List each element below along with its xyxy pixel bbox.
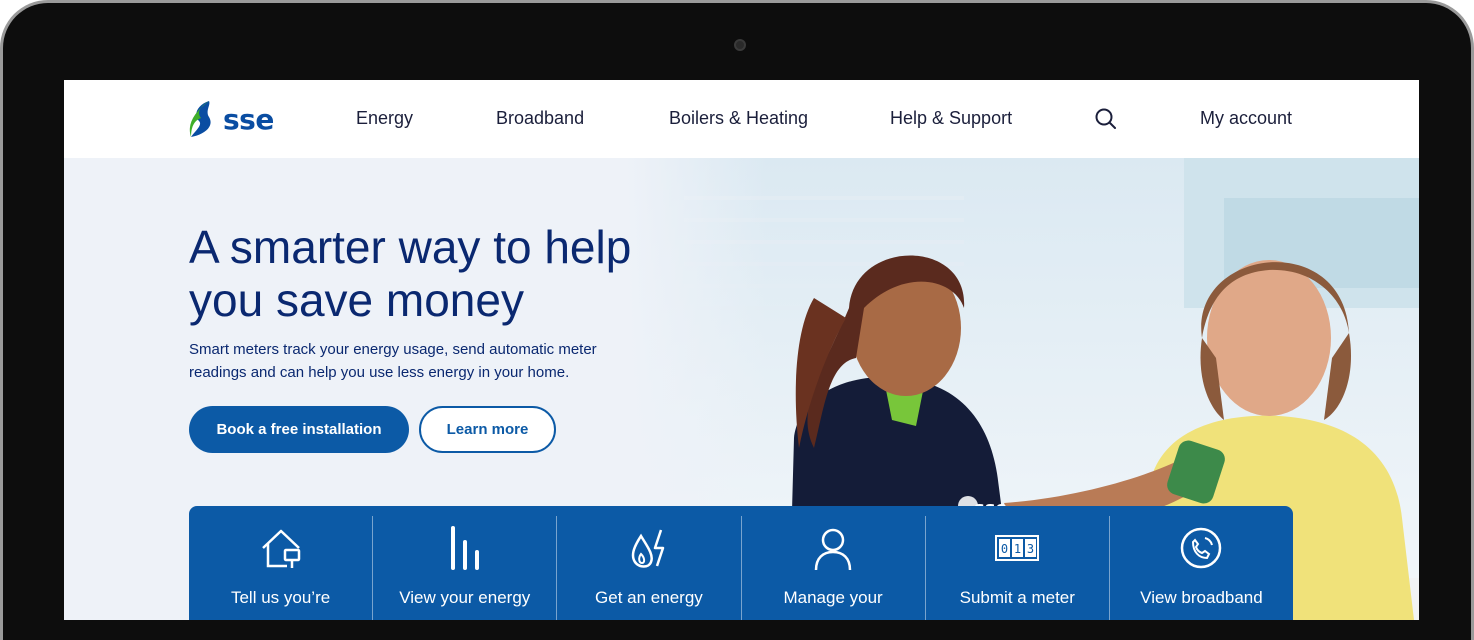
laptop-frame: sse Energy Broadband Boilers & Heating H…	[0, 0, 1474, 640]
house-sign-icon	[261, 529, 300, 568]
tile-submit-meter[interactable]: 0 1 3 Submit a meter	[924, 516, 1109, 620]
my-account-link[interactable]: My account	[1200, 108, 1292, 129]
sse-swirl-icon	[189, 101, 211, 137]
hero-banner: sse A smarter way to help you save money…	[64, 158, 1419, 620]
svg-text:0: 0	[1001, 542, 1008, 556]
tile-view-energy[interactable]: View your energy	[372, 516, 556, 620]
logo-wordmark: sse	[223, 102, 274, 136]
tile-label: Get an energy	[595, 588, 703, 607]
tile-label: Submit a meter	[959, 588, 1075, 607]
bar-chart-icon	[450, 526, 479, 570]
gas-electric-icon	[631, 529, 665, 568]
sse-logo[interactable]: sse	[189, 99, 274, 139]
svg-text:3: 3	[1027, 542, 1034, 556]
phone-support-icon	[1181, 527, 1222, 569]
tile-get-energy[interactable]: Get an energy	[556, 516, 740, 620]
tile-label: Tell us you’re	[230, 588, 331, 607]
browser-viewport: sse Energy Broadband Boilers & Heating H…	[64, 80, 1419, 620]
nav-item-broadband[interactable]: Broadband	[496, 108, 584, 129]
meter-reading-icon: 0 1 3	[995, 535, 1040, 561]
hero-headline-line1: A smarter way to help	[189, 221, 632, 273]
tile-view-broadband[interactable]: View broadband	[1108, 516, 1293, 620]
tile-label: View broadband	[1140, 588, 1263, 607]
quick-actions-bar: Tell us you’re View your energy Get an e…	[189, 506, 1293, 620]
book-installation-button[interactable]: Book a free installation	[189, 406, 409, 453]
svg-text:1: 1	[1014, 542, 1021, 556]
hero-headline: A smarter way to help you save money	[189, 221, 709, 327]
nav-item-boilers-heating[interactable]: Boilers & Heating	[669, 108, 808, 129]
nav-item-energy[interactable]: Energy	[356, 108, 413, 129]
user-icon	[814, 528, 852, 571]
hero-subtext: Smart meters track your energy usage, se…	[189, 338, 619, 384]
webcam	[734, 39, 746, 51]
learn-more-button[interactable]: Learn more	[419, 406, 556, 453]
search-button[interactable]	[1094, 107, 1118, 131]
top-navigation: sse Energy Broadband Boilers & Heating H…	[64, 80, 1419, 158]
search-icon	[1095, 108, 1116, 129]
tile-label: Manage your	[783, 588, 883, 607]
hero-headline-line2: you save money	[189, 274, 524, 326]
tile-manage-account[interactable]: Manage your	[740, 516, 925, 620]
hero-subtext-line1: Smart meters track your energy usage, se…	[189, 341, 597, 358]
tile-label: View your energy	[399, 588, 531, 607]
nav-item-help-support[interactable]: Help & Support	[890, 108, 1012, 129]
tile-tell-us[interactable]: Tell us you’re	[189, 516, 372, 620]
hero-subtext-line2: readings and can help you use less energ…	[189, 364, 570, 381]
